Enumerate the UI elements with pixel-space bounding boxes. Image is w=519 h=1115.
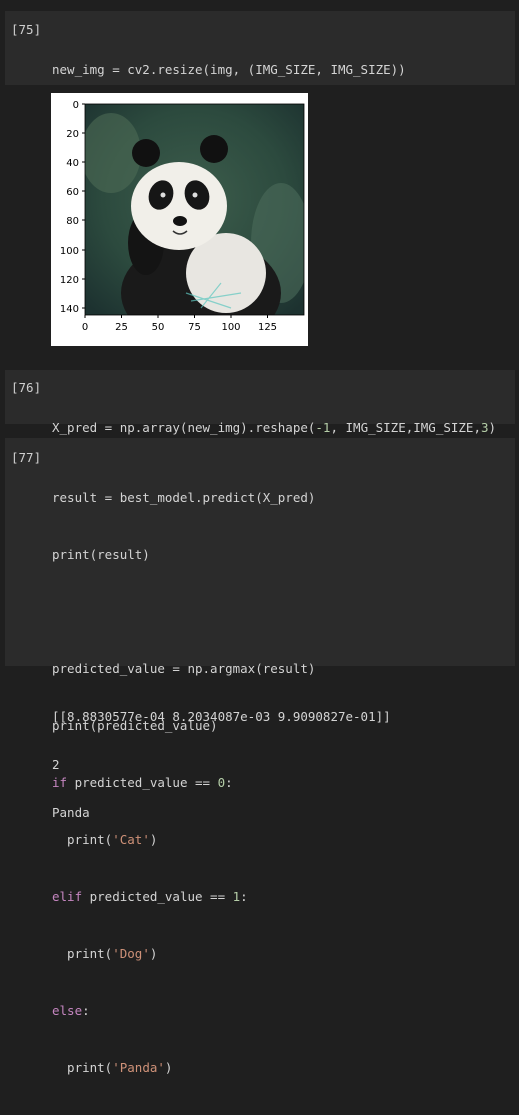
x-tick-label: 0 <box>82 322 88 333</box>
cell-prompt-75: [75] <box>11 22 42 37</box>
y-tick-label: 20 <box>66 129 79 140</box>
x-tick-label: 25 <box>115 322 128 333</box>
y-tick-label: 40 <box>66 158 79 169</box>
output-line: Panda <box>52 805 90 820</box>
panda-image <box>85 104 304 315</box>
code-line: X_pred = np.array(new_img).reshape(-1, I… <box>52 420 497 435</box>
code-line: print(result) <box>52 547 150 562</box>
imshow-plot: 0 20 40 60 80 100 120 140 0 25 50 75 100… <box>51 93 308 346</box>
code-line: result = best_model.predict(X_pred) <box>52 490 316 505</box>
y-tick-label: 100 <box>60 246 79 257</box>
y-tick-label: 0 <box>73 100 79 111</box>
cell-prompt-76: [76] <box>11 380 42 395</box>
code-line: elif predicted_value == 1: <box>52 889 248 904</box>
y-axis: 0 20 40 60 80 100 120 140 <box>60 100 85 315</box>
y-tick-label: 140 <box>60 304 79 315</box>
x-tick-label: 50 <box>152 322 165 333</box>
code-line: print('Dog') <box>52 946 158 961</box>
output-line: [[8.8830577e-04 8.2034087e-03 9.9090827e… <box>52 709 391 724</box>
code-cell-75[interactable]: [75] new_img = cv2.resize(img, (IMG_SIZE… <box>5 11 515 191</box>
code-cell-76[interactable]: [76] X_pred = np.array(new_img).reshape(… <box>5 370 515 492</box>
plot-svg: 0 20 40 60 80 100 120 140 0 25 50 75 100… <box>60 100 305 333</box>
x-tick-label: 100 <box>221 322 240 333</box>
y-tick-label: 60 <box>66 187 79 198</box>
cell-output: [[8.8830577e-04 8.2034087e-03 9.9090827e… <box>52 677 391 837</box>
x-tick-label: 75 <box>188 322 201 333</box>
output-line: 2 <box>52 757 60 772</box>
code-line: predicted_value = np.argmax(result) <box>52 661 316 676</box>
code-line: print('Panda') <box>52 1060 173 1075</box>
y-tick-label: 80 <box>66 216 79 227</box>
y-tick-label: 120 <box>60 275 79 286</box>
cell-prompt-77: [77] <box>11 450 42 465</box>
code-cell-77[interactable]: [77] result = best_model.predict(X_pred)… <box>5 438 515 1075</box>
x-axis: 0 25 50 75 100 125 <box>82 315 277 333</box>
code-line: else: <box>52 1003 90 1018</box>
code-line: new_img = cv2.resize(img, (IMG_SIZE, IMG… <box>52 62 406 77</box>
x-tick-label: 125 <box>258 322 277 333</box>
